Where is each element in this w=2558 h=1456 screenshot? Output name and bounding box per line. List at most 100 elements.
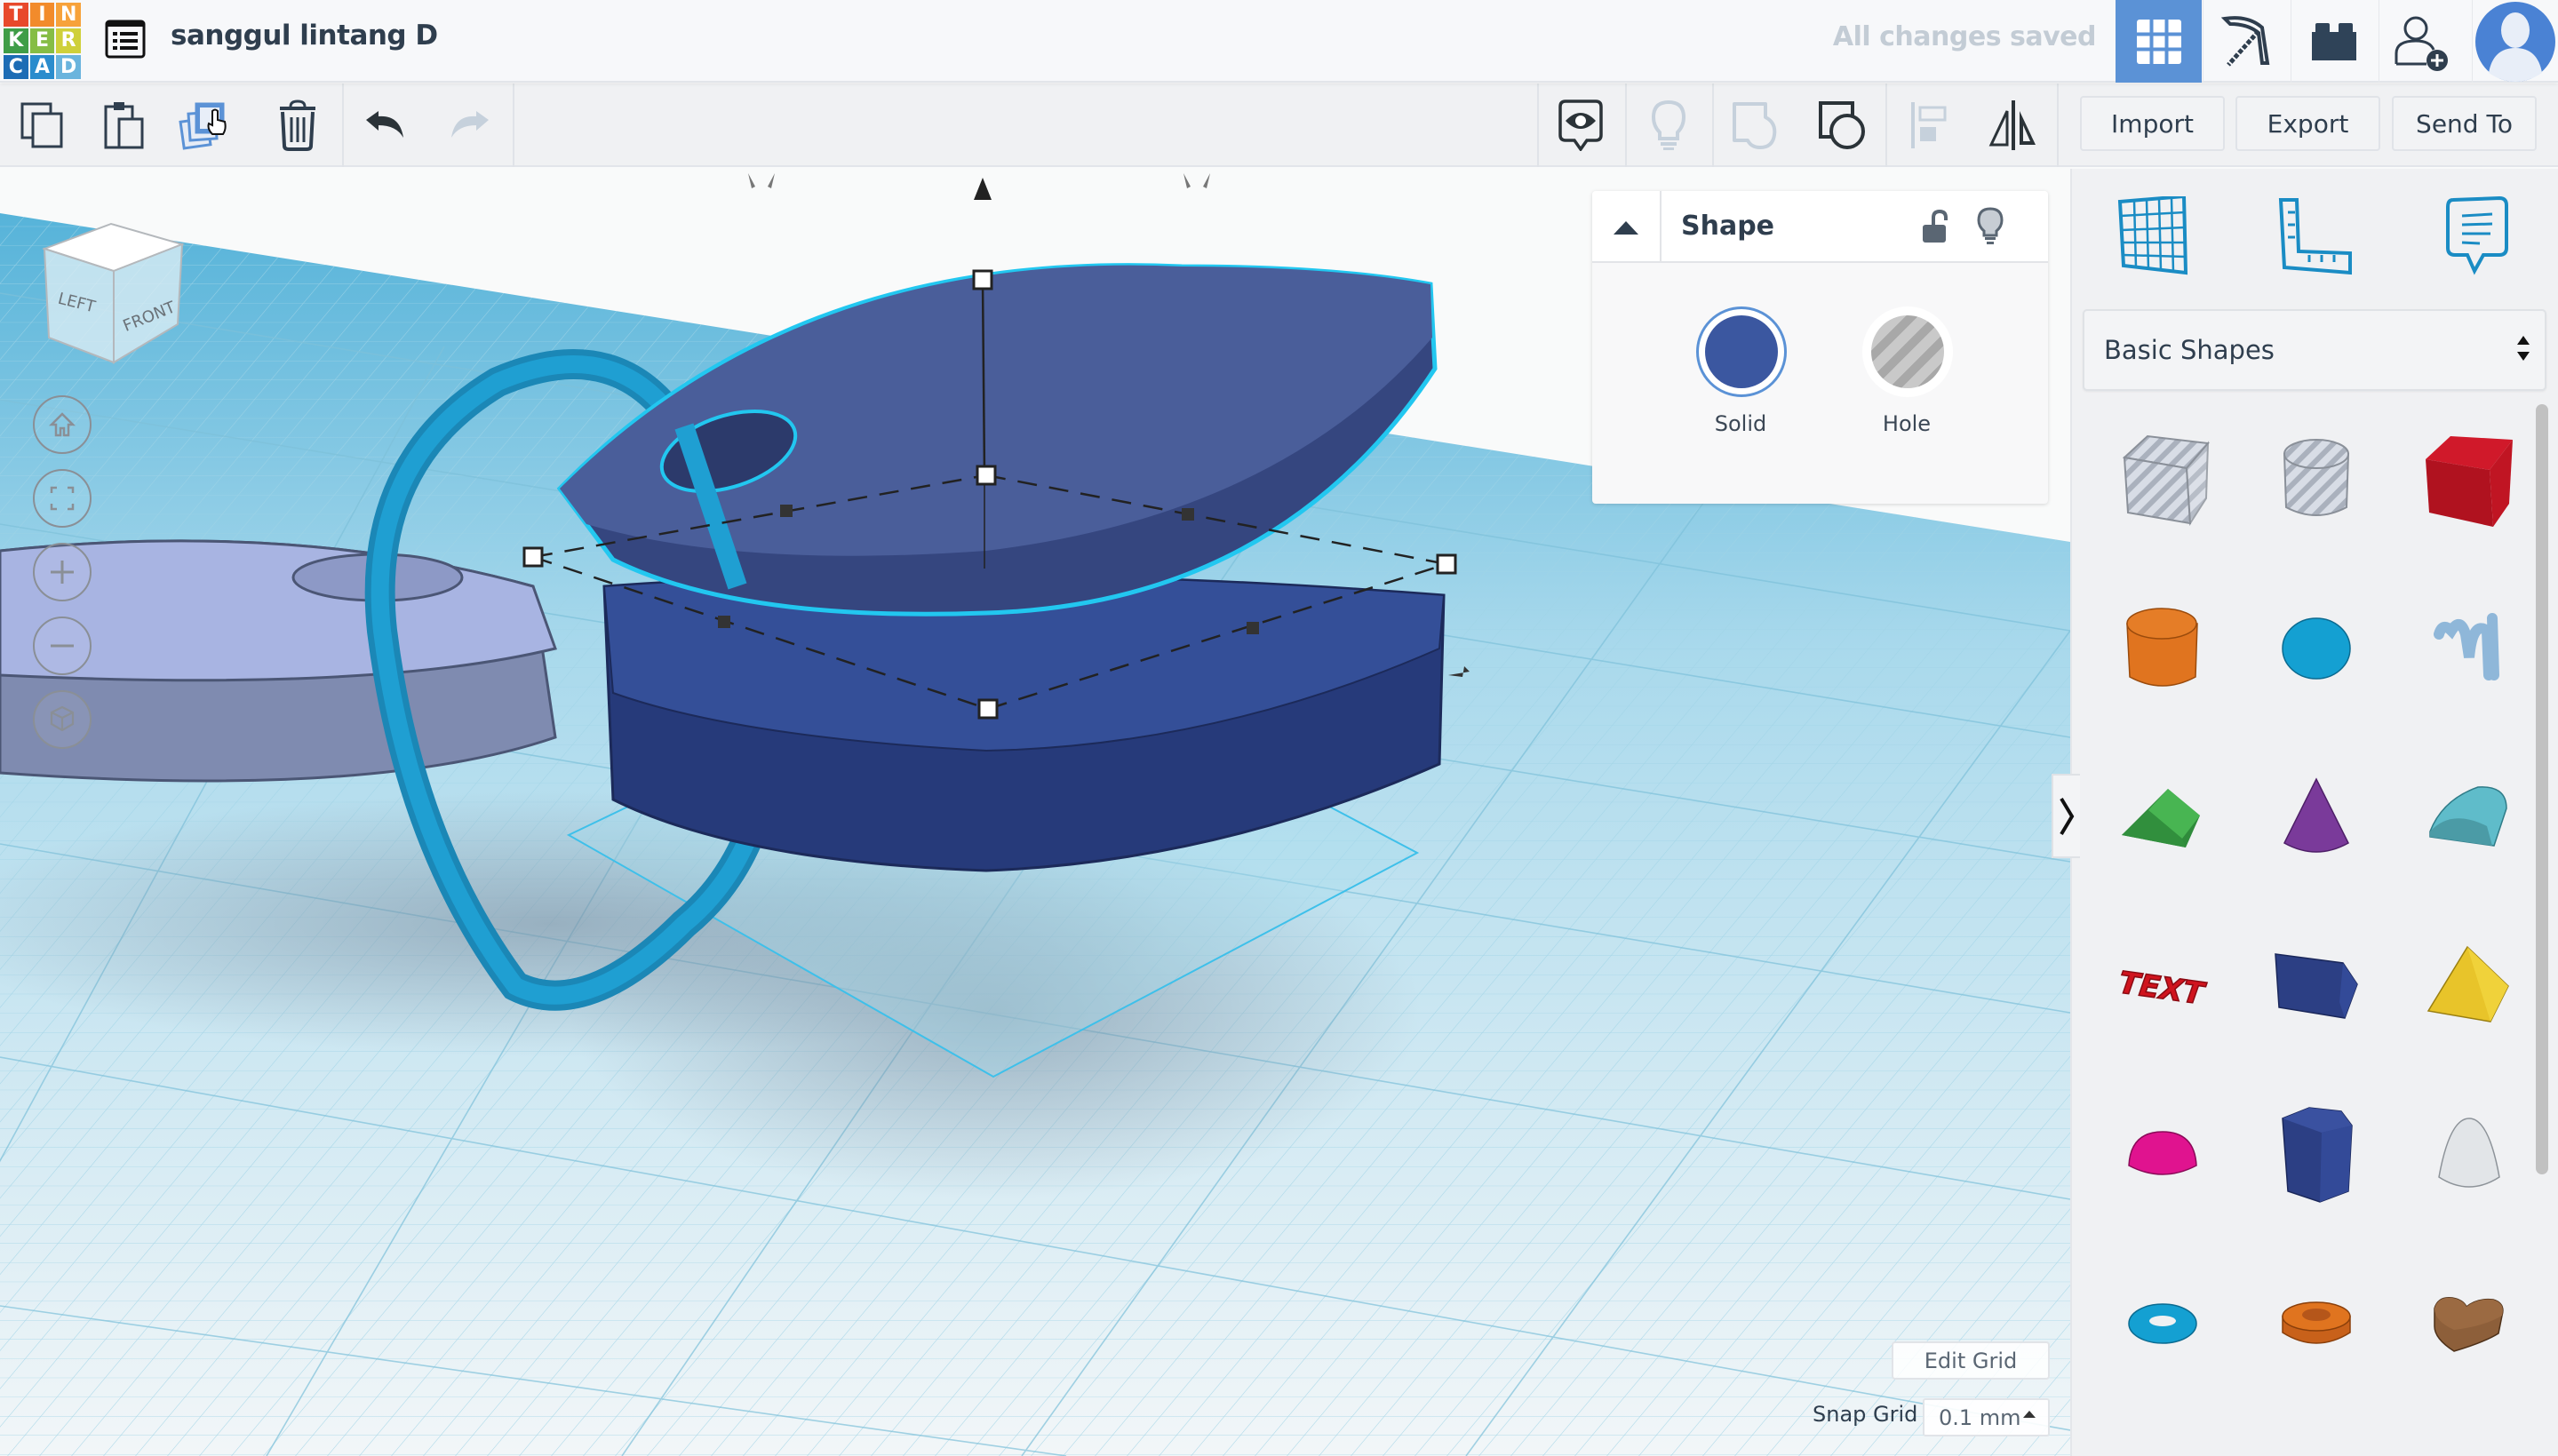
logo-letter: D	[56, 54, 81, 79]
select-arrows-icon	[2517, 336, 2530, 361]
shape-box-hole[interactable]	[2092, 409, 2234, 551]
export-button[interactable]: Export	[2235, 96, 2380, 151]
ruler-button[interactable]	[2271, 192, 2360, 281]
logo-letter: K	[4, 28, 28, 53]
redo-button[interactable]	[428, 84, 510, 167]
user-avatar[interactable]	[2472, 0, 2558, 83]
shape-half-sphere[interactable]	[2092, 1084, 2234, 1226]
duplicate-button[interactable]	[169, 84, 251, 167]
delete-button[interactable]	[257, 84, 339, 167]
shape-text[interactable]: TEXT	[2092, 915, 2234, 1057]
shape-category-select[interactable]: Basic Shapes	[2083, 309, 2546, 391]
resize-handle[interactable]	[977, 698, 999, 720]
ungroup-button[interactable]	[1715, 84, 1797, 167]
caret-up-icon	[2023, 1411, 2036, 1418]
shape-cylinder-hole[interactable]	[2245, 409, 2387, 551]
workplane-grid-icon	[2117, 196, 2188, 275]
invite-user-button[interactable]	[2379, 0, 2465, 83]
polygon-icon	[2282, 1107, 2353, 1203]
shape-cylinder[interactable]	[2092, 577, 2234, 720]
import-button[interactable]: Import	[2080, 96, 2225, 151]
fit-view-button[interactable]	[33, 469, 92, 528]
group-button[interactable]	[1802, 84, 1884, 167]
perspective-button[interactable]	[33, 690, 92, 749]
copy-button[interactable]	[2, 84, 84, 167]
redo-icon	[451, 111, 489, 138]
mirror-icon	[1988, 100, 2036, 150]
hole-swatch[interactable]	[1862, 306, 1953, 397]
align-icon	[1911, 102, 1947, 148]
pyramid-icon	[2427, 945, 2509, 1022]
zoom-in-button[interactable]	[33, 543, 92, 601]
design-title[interactable]: sanggul lintang D	[171, 20, 438, 52]
snap-grid-select[interactable]: 0.1 mm	[1923, 1398, 2050, 1436]
shape-polygon[interactable]	[2245, 1084, 2387, 1226]
home-view-button[interactable]	[33, 395, 92, 454]
edge-handle[interactable]	[718, 616, 730, 628]
bricks-button[interactable]	[2291, 0, 2377, 83]
shapes-panel-scrollbar[interactable]	[2536, 404, 2548, 1174]
shape-generator[interactable]	[2245, 915, 2387, 1057]
shape-torus[interactable]	[2092, 1253, 2234, 1395]
shape-sphere[interactable]	[2245, 577, 2387, 720]
tinkercad-logo[interactable]: T I N K E R C A D	[4, 3, 81, 79]
zoom-out-button[interactable]	[33, 617, 92, 675]
snap-grid-label: Snap Grid	[1813, 1402, 1918, 1427]
panel-toggle-button[interactable]	[2052, 774, 2080, 858]
box-icon	[2426, 436, 2513, 527]
codeblocks-button[interactable]	[2203, 0, 2289, 83]
avatar-icon	[2475, 1, 2555, 82]
mirror-button[interactable]	[1972, 84, 2054, 167]
cylinder-hole-icon	[2283, 439, 2350, 516]
logo-letter: E	[29, 28, 55, 53]
caret-up-icon	[1614, 220, 1638, 235]
resize-handle[interactable]	[976, 465, 997, 486]
3d-design-button[interactable]	[2116, 0, 2202, 83]
visibility-button[interactable]	[1976, 206, 2004, 249]
resize-handle[interactable]	[1436, 553, 1457, 575]
align-button[interactable]	[1888, 84, 1970, 167]
logo-letter: R	[56, 28, 81, 53]
rotate-handle[interactable]	[748, 173, 775, 188]
shape-paraboloid[interactable]	[2398, 1084, 2540, 1226]
tube-icon	[2282, 1301, 2351, 1344]
edge-handle[interactable]	[780, 505, 793, 517]
send-to-button[interactable]: Send To	[2392, 96, 2537, 151]
inspector-collapse-button[interactable]	[1592, 191, 1662, 263]
copy-icon	[20, 102, 63, 148]
shape-roof[interactable]	[2092, 746, 2234, 888]
unlock-icon	[1923, 209, 1948, 243]
toolbar-divider	[1712, 84, 1714, 167]
shape-tube[interactable]	[2245, 1253, 2387, 1395]
edge-handle[interactable]	[1182, 508, 1194, 521]
rotate-handle[interactable]	[1183, 173, 1210, 188]
paste-button[interactable]	[84, 84, 165, 167]
toolbar-divider	[513, 84, 514, 167]
design-list-button[interactable]	[105, 20, 146, 59]
lock-button[interactable]	[1921, 209, 1949, 248]
notes-button[interactable]	[2432, 192, 2521, 281]
shape-pyramid[interactable]	[2398, 915, 2540, 1057]
torus-icon	[2128, 1303, 2197, 1344]
logo-letter: I	[29, 3, 55, 28]
lift-arrow[interactable]	[974, 178, 992, 200]
list-icon	[105, 20, 146, 59]
shape-cone[interactable]	[2245, 746, 2387, 888]
workplane-button[interactable]	[2109, 192, 2198, 281]
solid-label: Solid	[1714, 411, 1767, 436]
shape-scribble[interactable]	[2398, 577, 2540, 720]
show-all-button[interactable]	[1628, 84, 1709, 167]
note-icon	[2446, 196, 2508, 275]
snap-grid-value: 0.1 mm	[1939, 1404, 2021, 1430]
solid-color-swatch[interactable]	[1696, 306, 1787, 397]
resize-handle[interactable]	[522, 546, 544, 568]
edit-grid-button[interactable]: Edit Grid	[1892, 1341, 2050, 1380]
notes-tool-button[interactable]	[1540, 84, 1622, 167]
undo-button[interactable]	[345, 84, 426, 167]
shape-box[interactable]	[2398, 409, 2540, 551]
height-handle[interactable]	[972, 269, 993, 290]
shape-heart[interactable]	[2398, 1253, 2540, 1395]
edge-handle[interactable]	[1247, 622, 1259, 634]
pickaxe-icon	[2220, 15, 2270, 67]
shape-round-roof[interactable]	[2398, 746, 2540, 888]
